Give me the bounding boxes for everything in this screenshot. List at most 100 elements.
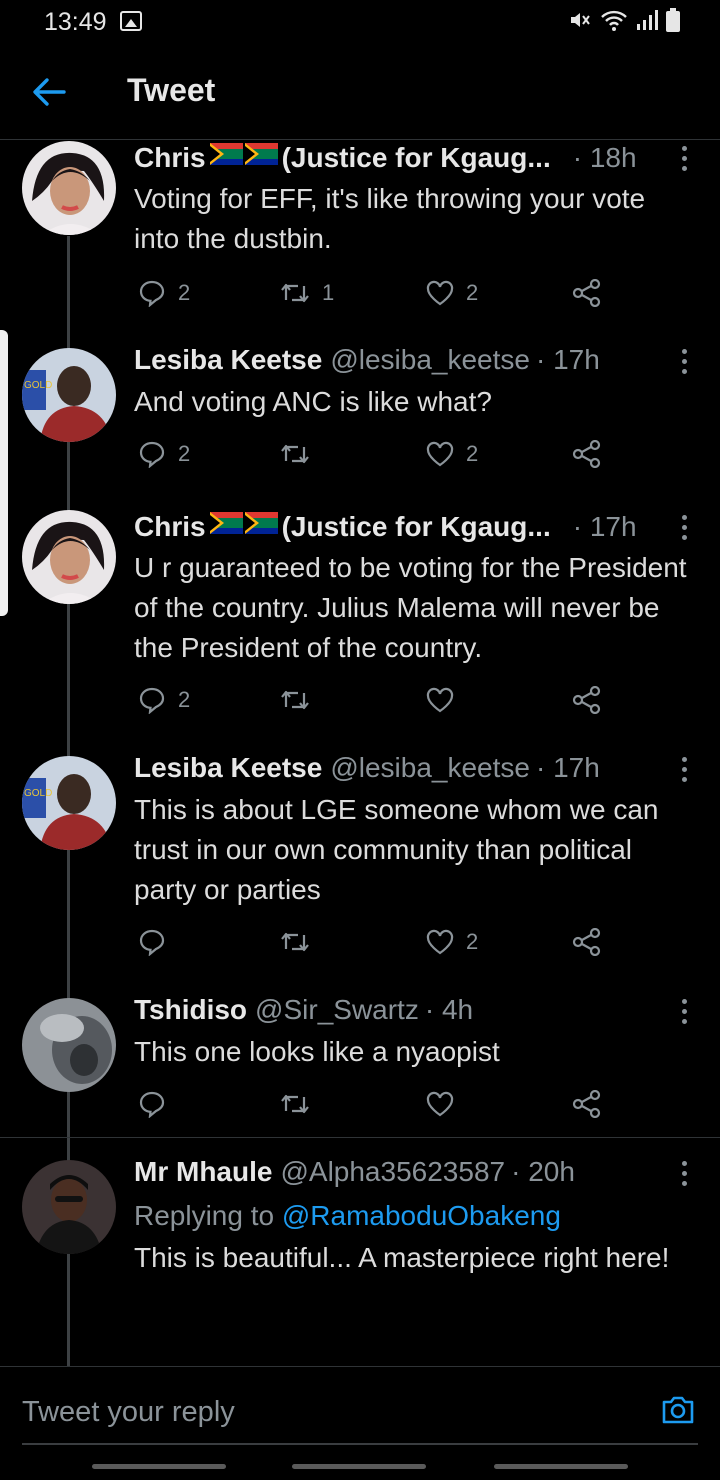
share-button[interactable] [572,925,602,959]
battery-icon [666,8,680,32]
system-nav-bar [0,1446,720,1480]
retweet-button[interactable] [280,1087,322,1121]
reply-input[interactable] [22,1391,622,1433]
more-icon[interactable] [672,346,696,376]
replying-to-label: Replying to [134,1200,275,1231]
signal-icon [637,10,658,30]
reply-count: 2 [178,687,191,712]
like-button[interactable]: 2 [426,925,478,959]
author-name[interactable]: Chris [134,511,206,543]
tweet-header: Tweet [0,44,720,140]
like-button[interactable]: 2 [426,437,478,471]
reply-button[interactable] [138,1087,178,1121]
tweet-time: · 17h [535,752,600,783]
tweet-header-row: Tshidiso @Sir_Swartz · 4h [134,994,694,1034]
like-count: 2 [466,441,479,466]
edge-panel-handle[interactable] [0,330,8,616]
reply-composer [0,1366,720,1446]
flag-badges [209,141,278,174]
author-name[interactable]: Lesiba Keetse [134,344,322,376]
retweet-button[interactable] [280,683,322,717]
reply-count: 2 [178,441,191,466]
avatar[interactable] [22,1160,116,1254]
author-handle[interactable]: @lesiba_keetse [330,344,530,376]
tweet-time: · 4h [424,994,474,1025]
reply-icon [139,441,165,468]
share-icon [572,279,601,307]
reply-icon [139,280,165,307]
author-name[interactable]: Tshidiso [134,994,247,1026]
avatar[interactable]: GOLD [22,756,116,850]
retweet-icon [281,1094,309,1114]
reply-button[interactable]: 2 [138,276,190,310]
avatar[interactable]: GOLD [22,348,116,442]
retweet-icon [281,932,309,952]
like-icon [426,687,454,713]
avatar[interactable] [22,998,116,1092]
author-name-suffix: (Justice for Kgaug... [281,142,551,173]
author-handle[interactable]: @Sir_Swartz [255,994,419,1026]
tweet-text: This is beautiful... A masterpiece right… [134,1242,670,1273]
reply-button[interactable]: 2 [138,437,190,471]
south-africa-flag-icon [209,143,278,165]
share-button[interactable] [572,1087,602,1121]
tweet-time: · 17h [535,344,600,375]
reply-count: 2 [178,280,191,305]
more-icon[interactable] [672,1158,696,1188]
status-icons [568,8,680,32]
share-button[interactable] [572,683,602,717]
nav-recents-bar[interactable] [494,1464,628,1469]
share-button[interactable] [572,276,602,310]
author-name[interactable]: Lesiba Keetse [134,752,322,784]
avatar[interactable] [22,141,116,235]
back-arrow-icon[interactable] [32,76,66,108]
author-handle[interactable]: @Alpha35623587 [280,1156,505,1188]
reply-icon [139,687,165,714]
more-icon[interactable] [672,996,696,1026]
retweet-icon [281,283,309,303]
retweet-button[interactable]: 1 [280,276,334,310]
flag-badges [209,510,278,543]
like-button[interactable] [426,683,466,717]
like-icon [426,280,454,306]
author-handle[interactable]: @lesiba_keetse [330,752,530,784]
like-icon [426,929,454,955]
like-count: 2 [466,280,479,305]
page-title: Tweet [127,72,216,108]
like-count: 2 [466,929,479,954]
camera-icon[interactable] [660,1391,696,1427]
like-button[interactable]: 2 [426,276,478,310]
nav-back-bar[interactable] [92,1464,226,1469]
status-bar: 13:49 [0,0,720,44]
more-icon[interactable] [672,512,696,542]
reply-icon [139,929,165,956]
reply-button[interactable]: 2 [138,683,190,717]
tweet-text: Voting for EFF, it's like throwing your … [134,183,646,254]
retweet-button[interactable] [280,437,322,471]
reply-button[interactable] [138,925,178,959]
author-name[interactable]: Chris [134,142,206,174]
like-button[interactable] [426,1087,466,1121]
more-icon[interactable] [672,143,696,173]
share-icon [572,686,601,714]
share-button[interactable] [572,437,602,471]
author-name[interactable]: Mr Mhaule [134,1156,272,1188]
replying-to: Replying to @RamaboduObakeng [134,1196,696,1236]
svg-text:GOLD: GOLD [24,788,52,799]
tweet-header-row: Lesiba Keetse @lesiba_keetse · 17h [134,752,694,792]
tweet-header-row: Mr Mhaule @Alpha35623587 · 20h [134,1156,694,1196]
nav-home-bar[interactable] [292,1464,426,1469]
tweet-actions [134,1087,614,1121]
reply-icon [139,1091,165,1118]
retweet-button[interactable] [280,925,322,959]
replying-to-mention[interactable]: @RamaboduObakeng [282,1200,561,1231]
tweet-actions: 2 [134,683,614,717]
more-icon[interactable] [672,754,696,784]
tweet-header-row: Lesiba Keetse @lesiba_keetse · 17h [134,344,694,384]
mute-icon [571,13,590,27]
share-icon [572,928,601,956]
composer-underline [22,1443,698,1445]
status-time: 13:49 [44,8,107,36]
avatar[interactable] [22,510,116,604]
tweet-text: This is about LGE someone whom we can tr… [134,794,659,905]
